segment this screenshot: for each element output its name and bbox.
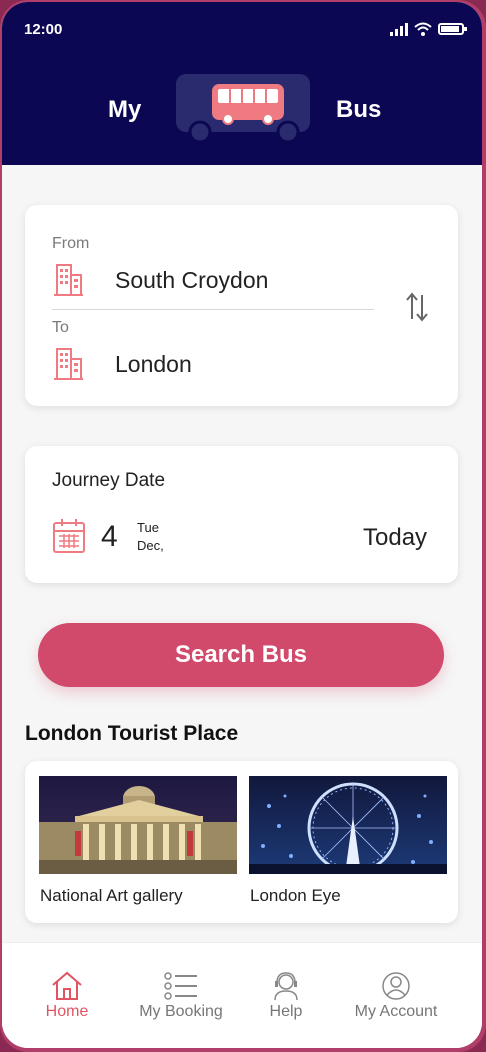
support-icon [274, 972, 298, 1001]
place-name: London Eye [250, 886, 341, 905]
swap-icon[interactable] [403, 291, 431, 323]
tourist-places-card: National Art gallery London Eye [25, 761, 458, 923]
route-divider [52, 309, 374, 310]
calendar-icon [53, 519, 85, 553]
list-icon [164, 972, 197, 1000]
app-screen: 12:00 My Bus From South Croydon To Londo… [2, 2, 482, 1048]
nav-help[interactable]: Help [264, 971, 308, 1021]
nav-label: Home [45, 1003, 89, 1020]
battery-icon [438, 23, 467, 35]
journey-day: 4 [101, 520, 118, 553]
nav-home[interactable]: Home [40, 971, 94, 1021]
nav-my-account[interactable]: My Account [348, 971, 444, 1021]
building-icon [54, 264, 83, 296]
building-icon [54, 348, 83, 380]
to-label: To [52, 319, 69, 336]
place-card-london-eye[interactable]: London Eye [249, 776, 447, 905]
place-card-national-gallery[interactable]: National Art gallery [39, 776, 237, 905]
phone-frame: 12:00 My Bus From South Croydon To Londo… [0, 0, 486, 1052]
nav-my-booking[interactable]: My Booking [134, 971, 228, 1021]
nav-label: My Booking [139, 1003, 223, 1020]
journey-month: Dec, [137, 538, 164, 553]
status-icons [390, 22, 467, 36]
home-icon [52, 971, 82, 1000]
brand-text-left: My [108, 96, 142, 123]
bus-logo-icon [176, 74, 310, 144]
account-icon [382, 972, 410, 1000]
app-header: 12:00 My Bus [2, 2, 482, 165]
route-card: From South Croydon To London [25, 205, 458, 406]
journey-date-label: Journey Date [52, 470, 166, 491]
today-button[interactable]: Today [363, 524, 427, 552]
to-city-field[interactable]: London [115, 351, 192, 378]
tourist-section-title: London Tourist Place [25, 722, 239, 745]
from-city-field[interactable]: South Croydon [115, 267, 268, 294]
signal-icon [390, 22, 408, 36]
wifi-icon [414, 22, 432, 36]
london-eye-image [249, 776, 447, 874]
status-time: 12:00 [24, 21, 63, 38]
nav-label: My Account [354, 1003, 438, 1020]
journey-date-card[interactable]: Journey Date 4 Tue Dec, Today [25, 446, 458, 583]
national-gallery-image [39, 776, 237, 874]
journey-weekday: Tue [137, 520, 159, 535]
place-name: National Art gallery [40, 886, 183, 905]
brand-text-right: Bus [336, 96, 382, 123]
search-bus-button[interactable]: Search Bus [38, 623, 444, 687]
from-label: From [52, 235, 90, 252]
bottom-navigation: Home My Booking Help My Account [2, 942, 482, 1048]
nav-label: Help [269, 1003, 303, 1020]
